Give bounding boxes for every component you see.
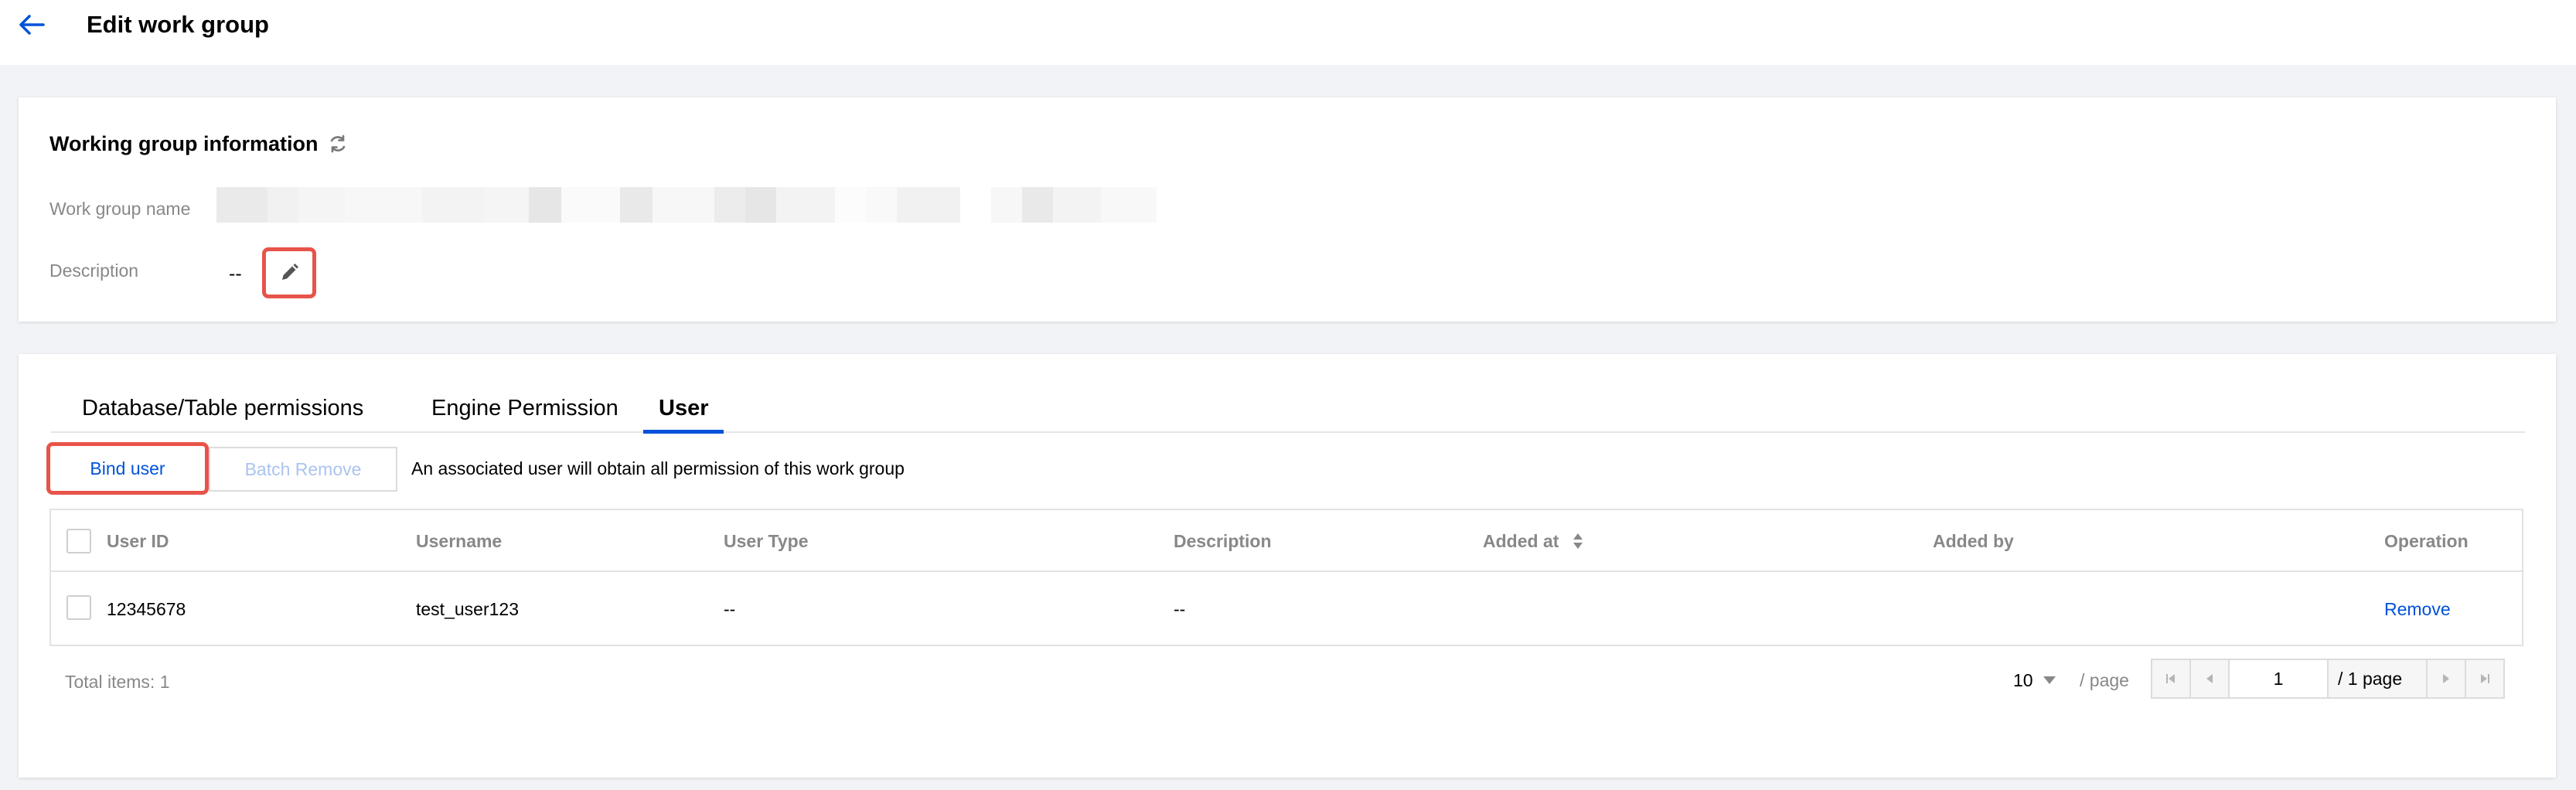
first-page-icon: [2166, 674, 2175, 683]
page-size-select[interactable]: 10: [2013, 669, 2056, 691]
page-size-value: 10: [2013, 670, 2033, 690]
batch-remove-button[interactable]: Batch Remove: [209, 447, 397, 492]
tab-bar: Database/Table permissions Engine Permis…: [51, 393, 2525, 434]
total-items-count: 1: [159, 672, 170, 692]
pencil-icon: [282, 264, 298, 280]
per-page-label: / page: [2080, 670, 2129, 690]
page-total-label: / 1 page: [2338, 669, 2403, 689]
bind-user-hint: An associated user will obtain all permi…: [411, 458, 905, 478]
next-page-button[interactable]: [2426, 660, 2465, 697]
remove-link[interactable]: Remove: [2384, 598, 2451, 620]
top-header: Edit work group: [0, 0, 2576, 65]
pagination-control: / 1 page: [2151, 659, 2505, 699]
last-page-button[interactable]: [2465, 660, 2503, 697]
table-header: User ID Username User Type Description A…: [51, 510, 2522, 572]
column-header-added-by: Added by: [1933, 531, 2014, 551]
arrow-left-icon: [19, 15, 45, 35]
total-items-label: Total items:: [65, 672, 155, 692]
info-title-text: Working group information: [49, 132, 319, 155]
total-items: Total items: 1: [65, 671, 170, 693]
cell-user-type: --: [724, 599, 736, 619]
first-page-button[interactable]: [2152, 660, 2191, 697]
row-checkbox[interactable]: [66, 595, 91, 620]
refresh-icon[interactable]: [327, 133, 349, 155]
users-table: User ID Username User Type Description A…: [49, 509, 2523, 646]
work-group-name-value-redacted: [216, 187, 1283, 223]
active-tab-indicator: [643, 430, 724, 434]
back-button[interactable]: [15, 11, 48, 39]
select-all-checkbox[interactable]: [66, 529, 91, 553]
tab-database-table-permissions[interactable]: Database/Table permissions: [82, 393, 363, 433]
work-group-info-card: Working group information Work group nam…: [19, 97, 2556, 322]
tab-user[interactable]: User: [659, 393, 709, 433]
table-row: 12345678 test_user123 -- -- Remove: [51, 572, 2522, 646]
tab-engine-permission[interactable]: Engine Permission: [431, 393, 618, 433]
permissions-card: Database/Table permissions Engine Permis…: [19, 354, 2556, 778]
work-group-name-label: Work group name: [49, 199, 191, 219]
info-section-title: Working group information: [49, 130, 349, 158]
bind-user-button[interactable]: Bind user: [46, 442, 209, 495]
cell-user-id: 12345678: [107, 599, 186, 619]
description-label: Description: [49, 260, 139, 281]
description-value: --: [229, 263, 242, 284]
edit-description-button[interactable]: [262, 247, 316, 298]
prev-page-button[interactable]: [2191, 660, 2230, 697]
column-header-username: Username: [416, 531, 503, 551]
caret-down-icon: [2043, 676, 2056, 685]
column-header-added-at[interactable]: Added at: [1483, 530, 1583, 552]
column-header-user-type: User Type: [724, 531, 809, 551]
next-page-icon: [2443, 674, 2449, 683]
cell-username: test_user123: [416, 599, 519, 619]
last-page-icon: [2481, 674, 2489, 683]
column-header-user-id: User ID: [107, 531, 169, 551]
page-number-input[interactable]: [2230, 660, 2329, 697]
cell-description: --: [1174, 599, 1186, 619]
column-header-operation: Operation: [2384, 531, 2469, 551]
page-title: Edit work group: [87, 11, 269, 38]
added-at-label: Added at: [1483, 531, 1559, 551]
prev-page-icon: [2206, 674, 2213, 683]
sort-icon[interactable]: [1573, 533, 1583, 550]
column-header-description: Description: [1174, 531, 1272, 551]
